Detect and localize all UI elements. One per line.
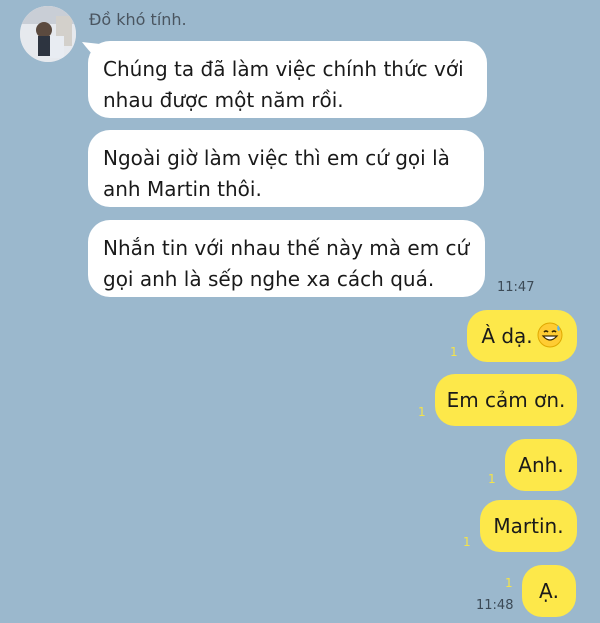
outgoing-message-text: Anh. <box>518 453 564 477</box>
incoming-message-2[interactable]: Ngoài giờ làm việc thì em cứ gọi là anh … <box>88 130 484 207</box>
incoming-timestamp: 11:47 <box>497 280 535 295</box>
sender-name: Đồ khó tính. <box>89 10 187 29</box>
read-count: 1 <box>463 535 471 549</box>
incoming-message-text: Ngoài giờ làm việc thì em cứ gọi là anh … <box>103 146 450 201</box>
read-count: 1 <box>505 576 513 590</box>
outgoing-message-text: Martin. <box>493 514 564 538</box>
outgoing-message-text: Em cảm ơn. <box>446 388 566 412</box>
outgoing-message-text: À dạ. <box>481 324 533 348</box>
incoming-message-text: Nhắn tin với nhau thế này mà em cứ gọi a… <box>103 236 470 291</box>
read-count: 1 <box>450 345 458 359</box>
outgoing-timestamp: 11:48 <box>476 598 514 613</box>
read-count: 1 <box>418 405 426 419</box>
sender-avatar[interactable] <box>20 6 76 62</box>
outgoing-message-text: Ạ. <box>538 579 560 603</box>
incoming-message-text: Chúng ta đã làm việc chính thức với nhau… <box>103 57 464 112</box>
outgoing-message-1[interactable]: À dạ. <box>467 310 577 362</box>
incoming-message-3[interactable]: Nhắn tin với nhau thế này mà em cứ gọi a… <box>88 220 485 297</box>
outgoing-message-4[interactable]: Martin. <box>480 500 577 552</box>
outgoing-message-2[interactable]: Em cảm ơn. <box>435 374 577 426</box>
outgoing-message-3[interactable]: Anh. <box>505 439 577 491</box>
avatar-photo-icon <box>20 6 76 62</box>
incoming-message-1[interactable]: Chúng ta đã làm việc chính thức với nhau… <box>88 41 487 118</box>
outgoing-message-5[interactable]: Ạ. <box>522 565 576 617</box>
read-count: 1 <box>488 472 496 486</box>
grinning-sweat-emoji-icon <box>537 322 563 348</box>
